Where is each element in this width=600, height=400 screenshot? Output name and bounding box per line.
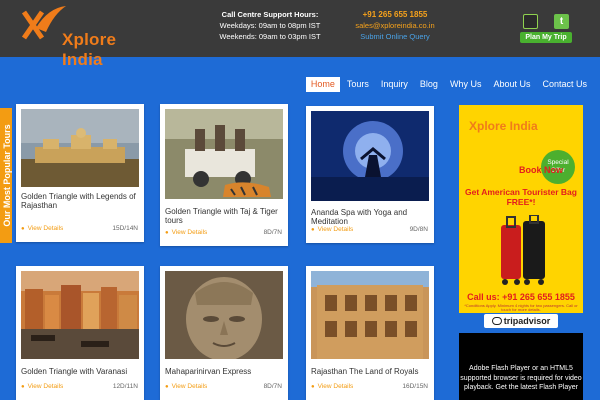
main-nav: Home Tours Inquiry Blog Why Us About Us … [304,77,592,92]
free-bag-text: Get American Tourister Bag FREE*! [465,187,577,207]
tour-title[interactable]: Rajasthan The Land of Royals [311,367,426,376]
tour-photo [21,109,139,187]
contact-info: +91 265 655 1855 sales@xploreindia.co.in… [340,9,450,42]
view-details-link[interactable]: View Details [311,383,354,390]
nav-contact-us[interactable]: Contact Us [537,77,592,92]
luggage-icon [501,215,545,285]
tour-duration: 9D/8N [409,226,428,233]
nav-about-us[interactable]: About Us [488,77,535,92]
tour-title[interactable]: Golden Triangle with Varanasi [21,367,136,376]
view-details-link[interactable]: View Details [165,383,208,390]
book-now-text: Book Now [519,165,563,175]
support-hours: Call Centre Support Hours: Weekdays: 09a… [210,9,330,42]
logo-swoosh-icon [21,6,66,40]
submit-query-link[interactable]: Submit Online Query [340,31,450,42]
tour-photo [311,111,429,201]
popular-tours-tab[interactable]: Our Most Popular Tours [0,108,12,243]
tour-duration: 15D/14N [112,225,138,232]
nav-inquiry[interactable]: Inquiry [376,77,413,92]
tour-card[interactable]: Ananda Spa with Yoga and Meditation View… [306,106,434,243]
tour-photo [311,271,429,359]
tour-duration: 8D/7N [263,229,282,236]
plan-my-trip-button[interactable]: Plan My Trip [520,32,572,43]
tour-card[interactable]: Golden Triangle with Legends of Rajastha… [16,104,144,242]
popular-tours-label: Our Most Popular Tours [2,124,12,227]
tour-duration: 8D/7N [263,383,282,390]
logo-text: Xplore India [62,30,117,69]
tour-card[interactable]: Golden Triangle with Varanasi View Detai… [16,266,144,400]
tour-title[interactable]: Ananda Spa with Yoga and Meditation [311,208,426,226]
tour-photo [21,271,139,359]
support-weekdays: Weekdays: 09am to 08pm IST [219,21,321,30]
tripadvisor-label: tripadvisor [503,316,551,326]
view-details-link[interactable]: View Details [311,226,354,233]
top-header: Xplore India Call Centre Support Hours: … [0,0,600,69]
tripadvisor-badge[interactable]: tripadvisor [484,314,558,328]
call-us-text: Call us: +91 265 655 1855 [467,292,575,302]
tour-title[interactable]: Golden Triangle with Legends of Rajastha… [21,192,136,210]
view-details-link[interactable]: View Details [21,225,64,232]
nav-home[interactable]: Home [305,77,340,92]
tour-photo [165,271,283,359]
tour-card[interactable]: Mahaparinirvan Express View Details 8D/7… [160,266,288,400]
nav-why-us[interactable]: Why Us [445,77,487,92]
site-logo[interactable]: Xplore India [18,4,148,69]
tripadvisor-icon[interactable] [523,14,538,29]
plan-trip-widget: t Plan My Trip [520,14,572,43]
video-player[interactable]: Adobe Flash Player or an HTML5 supported… [459,333,583,400]
nav-tours[interactable]: Tours [342,77,374,92]
tumblr-icon[interactable]: t [554,14,569,29]
tour-duration: 12D/11N [112,383,138,390]
email-link[interactable]: sales@xploreindia.co.in [340,20,450,31]
tour-title[interactable]: Mahaparinirvan Express [165,367,280,376]
support-weekends: Weekends: 09am to 03pm IST [219,32,321,41]
tour-title[interactable]: Golden Triangle with Taj & Tiger tours [165,207,280,225]
tour-card[interactable]: Golden Triangle with Taj & Tiger tours V… [160,104,288,246]
tour-duration: 16D/15N [402,383,428,390]
tour-card[interactable]: Rajasthan The Land of Royals View Detail… [306,266,434,400]
phone-number[interactable]: +91 265 655 1855 [340,9,450,20]
fine-print: *Conditions Apply. Minimum 4 nights for … [464,303,578,312]
view-details-link[interactable]: View Details [165,229,208,236]
nav-blog[interactable]: Blog [415,77,443,92]
owl-icon [491,317,502,325]
banner-logo: Xplore India [469,119,538,133]
support-heading: Call Centre Support Hours: [221,10,319,19]
tour-photo [165,109,283,199]
view-details-link[interactable]: View Details [21,383,64,390]
promo-banner[interactable]: Xplore India Special Offer Book Now Get … [459,105,583,313]
